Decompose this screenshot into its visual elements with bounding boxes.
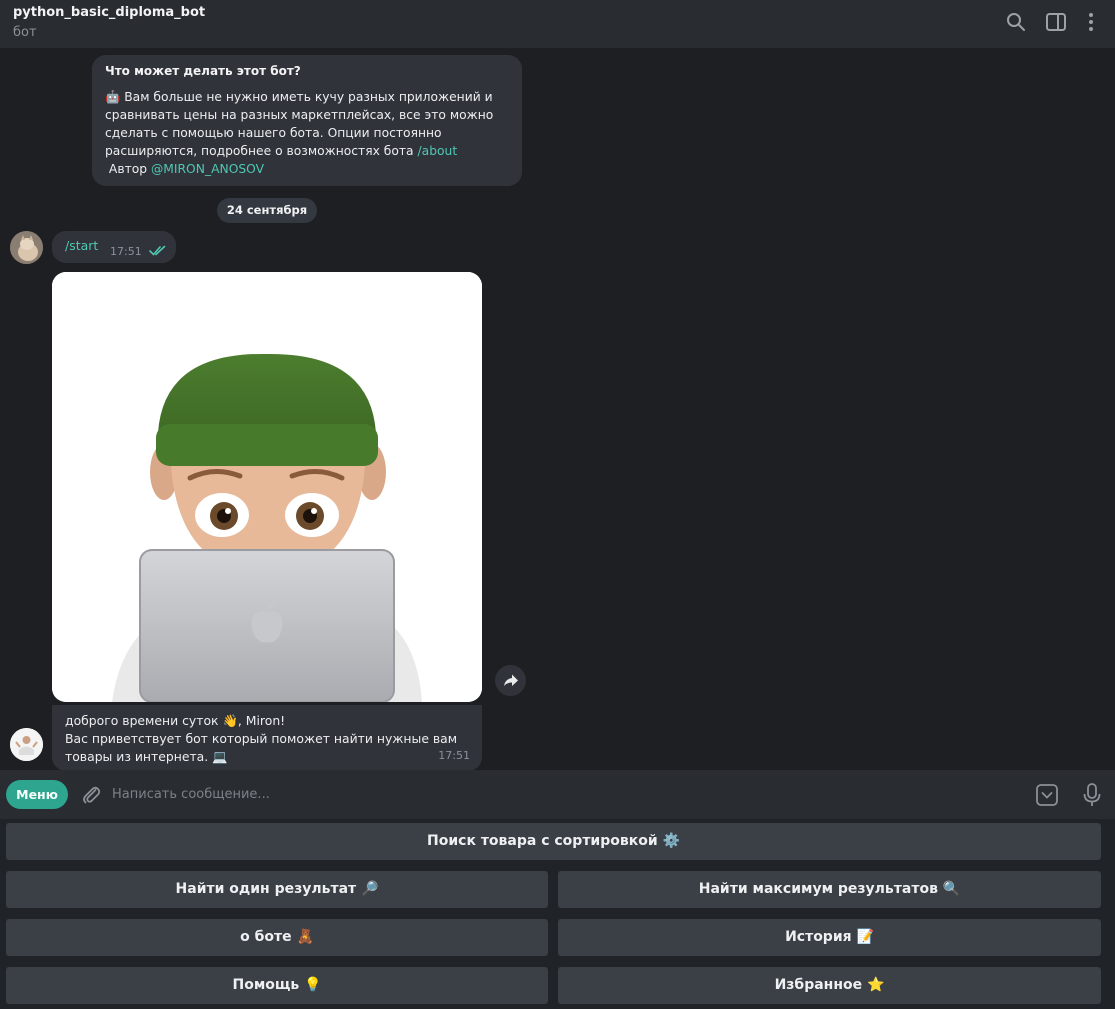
bot-avatar-image xyxy=(10,728,43,761)
memoji-laptop-image xyxy=(52,272,482,702)
bot-keyboard-toggle-icon[interactable] xyxy=(1035,783,1059,807)
forward-arrow-icon xyxy=(504,674,518,686)
telegram-chat-window: python_basic_diploma_bot бот Что может д… xyxy=(0,0,1115,1009)
chat-header: python_basic_diploma_bot бот xyxy=(0,0,1115,48)
attach-icon[interactable] xyxy=(79,783,103,807)
message-time: 17:51 xyxy=(110,245,142,258)
bot-photo-message[interactable] xyxy=(52,272,482,702)
double-check-icon xyxy=(149,245,166,256)
message-time: 17:51 xyxy=(438,749,470,762)
about-link[interactable]: /about xyxy=(418,144,458,158)
bot-avatar[interactable] xyxy=(10,728,43,761)
about-bot-button[interactable]: о боте 🧸 xyxy=(6,919,548,956)
message-list[interactable]: Что может делать этот бот? 🤖 Вам больше … xyxy=(0,48,1115,770)
history-button[interactable]: История 📝 xyxy=(558,919,1101,956)
favorites-button[interactable]: Избранное ⭐ xyxy=(558,967,1101,1004)
message-composer: Меню xyxy=(0,770,1115,819)
bot-description-text: 🤖 Вам больше не нужно иметь кучу разных … xyxy=(105,88,509,178)
chat-subtitle: бот xyxy=(13,25,37,40)
sidebar-toggle-icon[interactable] xyxy=(1044,10,1068,34)
start-command-text[interactable]: /start xyxy=(65,238,98,253)
date-separator: 24 сентября xyxy=(217,198,317,223)
help-button[interactable]: Помощь 💡 xyxy=(6,967,548,1004)
forward-button[interactable] xyxy=(495,665,526,696)
author-link[interactable]: @MIRON_ANOSOV xyxy=(151,162,264,176)
microphone-icon[interactable] xyxy=(1080,782,1104,808)
bot-greeting-bubble: доброго времени суток 👋, Miron! Вас прив… xyxy=(52,705,482,770)
author-label: Автор xyxy=(105,162,151,176)
find-max-results-button[interactable]: Найти максимум результатов 🔍 xyxy=(558,871,1101,908)
chat-title[interactable]: python_basic_diploma_bot xyxy=(13,5,205,20)
message-input[interactable] xyxy=(112,781,1012,807)
bot-description-title: Что может делать этот бот? xyxy=(105,64,301,78)
greeting-line-1: доброго времени суток 👋, Miron! xyxy=(65,713,286,728)
bot-description-bubble: Что может делать этот бот? 🤖 Вам больше … xyxy=(92,55,522,186)
sorted-search-button[interactable]: Поиск товара с сортировкой ⚙️ xyxy=(6,823,1101,860)
reply-keyboard: Поиск товара с сортировкой ⚙️ Найти один… xyxy=(0,819,1115,1009)
menu-button[interactable]: Меню xyxy=(6,780,68,809)
start-message-bubble[interactable]: /start 17:51 xyxy=(52,231,176,263)
more-vertical-icon[interactable] xyxy=(1079,10,1103,34)
search-icon[interactable] xyxy=(1004,10,1028,34)
user-avatar-image xyxy=(10,231,43,264)
user-avatar[interactable] xyxy=(10,231,43,264)
greeting-line-2: Вас приветствует бот который поможет най… xyxy=(65,731,458,764)
find-one-result-button[interactable]: Найти один результат 🔎 xyxy=(6,871,548,908)
